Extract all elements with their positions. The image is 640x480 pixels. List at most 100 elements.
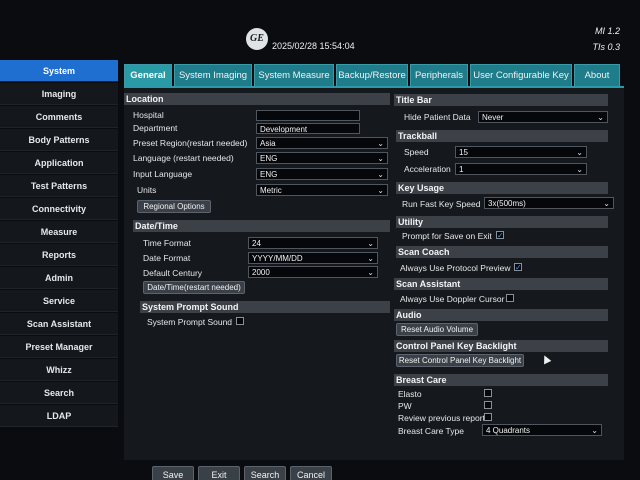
- language-value: ENG: [260, 154, 278, 163]
- tab-system-imaging[interactable]: System Imaging: [174, 64, 252, 86]
- regional-options-button[interactable]: Regional Options: [137, 200, 211, 213]
- trackball-acceleration-value: 1: [459, 165, 464, 174]
- system-prompt-sound-label: System Prompt Sound: [147, 317, 233, 327]
- units-select[interactable]: Metric ⌄: [256, 184, 388, 196]
- time-format-label: Time Format: [143, 238, 191, 248]
- default-century-select[interactable]: 2000 ⌄: [248, 266, 378, 278]
- department-label: Department: [133, 123, 178, 133]
- cancel-button[interactable]: Cancel: [290, 466, 332, 480]
- tab-user-configurable-key[interactable]: User Configurable Key: [470, 64, 572, 86]
- date-format-value: YYYY/MM/DD: [252, 254, 303, 263]
- sidebar-item-scan-assistant[interactable]: Scan Assistant: [0, 313, 118, 335]
- section-system-prompt-sound: System Prompt Sound: [140, 301, 390, 313]
- sidebar-item-ldap[interactable]: LDAP: [0, 405, 118, 427]
- hide-patient-data-select[interactable]: Never ⌄: [478, 111, 608, 123]
- mi-readout: MI 1.2: [594, 26, 620, 36]
- section-date-time: Date/Time: [133, 220, 390, 232]
- run-fast-key-speed-label: Run Fast Key Speed: [402, 199, 481, 209]
- reset-backlight-button[interactable]: Reset Control Panel Key Backlight: [396, 354, 524, 367]
- input-language-select[interactable]: ENG ⌄: [256, 168, 388, 180]
- trackball-acceleration-label: Acceleration: [404, 164, 451, 174]
- trackball-speed-value: 15: [459, 148, 468, 157]
- tab-about[interactable]: About: [574, 64, 620, 86]
- breast-care-type-label: Breast Care Type: [398, 426, 464, 436]
- chevron-down-icon: ⌄: [576, 165, 583, 174]
- system-prompt-sound-checkbox[interactable]: [236, 317, 244, 325]
- sidebar-item-reports[interactable]: Reports: [0, 244, 118, 266]
- tis-readout: TIs 0.3: [592, 42, 620, 52]
- date-format-select[interactable]: YYYY/MM/DD ⌄: [248, 252, 378, 264]
- system-datetime: 2025/02/28 15:54:04: [272, 41, 355, 51]
- trackball-acceleration-select[interactable]: 1 ⌄: [455, 163, 587, 175]
- tab-general[interactable]: General: [124, 64, 172, 86]
- sidebar-item-measure[interactable]: Measure: [0, 221, 118, 243]
- sidebar-item-admin[interactable]: Admin: [0, 267, 118, 289]
- pw-checkbox[interactable]: [484, 401, 492, 409]
- save-button[interactable]: Save: [152, 466, 194, 480]
- exit-button[interactable]: Exit: [198, 466, 240, 480]
- review-previous-report-checkbox[interactable]: [484, 413, 492, 421]
- pw-label: PW: [398, 401, 412, 411]
- chevron-down-icon: ⌄: [367, 254, 374, 263]
- ge-logo-icon: GE: [246, 28, 268, 50]
- sidebar-item-connectivity[interactable]: Connectivity: [0, 198, 118, 220]
- sidebar-item-preset-manager[interactable]: Preset Manager: [0, 336, 118, 358]
- chevron-down-icon: ⌄: [597, 113, 604, 122]
- run-fast-key-speed-select[interactable]: 3x(500ms) ⌄: [484, 197, 614, 209]
- chevron-down-icon: ⌄: [377, 186, 384, 195]
- doppler-cursor-checkbox[interactable]: [506, 294, 514, 302]
- doppler-cursor-label: Always Use Doppler Cursor: [400, 294, 505, 304]
- input-language-label: Input Language: [133, 169, 193, 179]
- section-breast-care: Breast Care: [394, 374, 608, 386]
- input-language-value: ENG: [260, 170, 278, 179]
- hide-patient-data-value: Never: [482, 113, 504, 122]
- search-button[interactable]: Search: [244, 466, 286, 480]
- sidebar-item-comments[interactable]: Comments: [0, 106, 118, 128]
- hide-patient-data-label: Hide Patient Data: [404, 112, 471, 122]
- chevron-down-icon: ⌄: [591, 426, 598, 435]
- sidebar-item-system[interactable]: System: [0, 60, 118, 82]
- top-bar: GE 2025/02/28 15:54:04 MI 1.2 TIs 0.3: [0, 24, 640, 60]
- sidebar-item-service[interactable]: Service: [0, 290, 118, 312]
- breast-care-type-select[interactable]: 4 Quadrants ⌄: [482, 424, 602, 436]
- sidebar-item-application[interactable]: Application: [0, 152, 118, 174]
- date-format-label: Date Format: [143, 253, 191, 263]
- section-title-bar: Title Bar: [394, 94, 608, 106]
- tab-peripherals[interactable]: Peripherals: [410, 64, 468, 86]
- chevron-down-icon: ⌄: [367, 268, 374, 277]
- tab-backup-restore[interactable]: Backup/Restore: [336, 64, 408, 86]
- date-time-restart-button[interactable]: Date/Time(restart needed): [143, 281, 245, 294]
- preset-region-label: Preset Region(restart needed): [133, 138, 248, 148]
- prompt-save-on-exit-checkbox[interactable]: ✓: [496, 231, 504, 240]
- department-input[interactable]: Development: [256, 123, 360, 134]
- sidebar-item-body-patterns[interactable]: Body Patterns: [0, 129, 118, 151]
- language-label: Language (restart needed): [133, 153, 234, 163]
- chevron-down-icon: ⌄: [377, 170, 384, 179]
- run-fast-key-speed-value: 3x(500ms): [488, 199, 526, 208]
- default-century-value: 2000: [252, 268, 270, 277]
- sidebar-item-imaging[interactable]: Imaging: [0, 83, 118, 105]
- chevron-down-icon: ⌄: [377, 154, 384, 163]
- section-key-backlight: Control Panel Key Backlight: [394, 340, 608, 352]
- trackball-speed-select[interactable]: 15 ⌄: [455, 146, 587, 158]
- sidebar-item-search[interactable]: Search: [0, 382, 118, 404]
- elasto-checkbox[interactable]: [484, 389, 492, 397]
- sidebar: System Imaging Comments Body Patterns Ap…: [0, 60, 118, 428]
- hospital-label: Hospital: [133, 110, 164, 120]
- hospital-input[interactable]: [256, 110, 360, 121]
- section-scan-coach: Scan Coach: [396, 246, 608, 258]
- general-panel: Location Hospital Department Development…: [124, 86, 624, 460]
- tab-system-measure[interactable]: System Measure: [254, 64, 334, 86]
- section-audio: Audio: [394, 309, 608, 321]
- sidebar-item-whizz[interactable]: Whizz: [0, 359, 118, 381]
- section-location: Location: [124, 93, 390, 105]
- protocol-preview-checkbox[interactable]: ✓: [514, 263, 522, 272]
- language-select[interactable]: ENG ⌄: [256, 152, 388, 164]
- chevron-down-icon: ⌄: [603, 199, 610, 208]
- preset-region-select[interactable]: Asia ⌄: [256, 137, 388, 149]
- time-format-select[interactable]: 24 ⌄: [248, 237, 378, 249]
- section-trackball: Trackball: [396, 130, 608, 142]
- reset-audio-volume-button[interactable]: Reset Audio Volume: [396, 323, 478, 336]
- sidebar-item-test-patterns[interactable]: Test Patterns: [0, 175, 118, 197]
- elasto-label: Elasto: [398, 389, 422, 399]
